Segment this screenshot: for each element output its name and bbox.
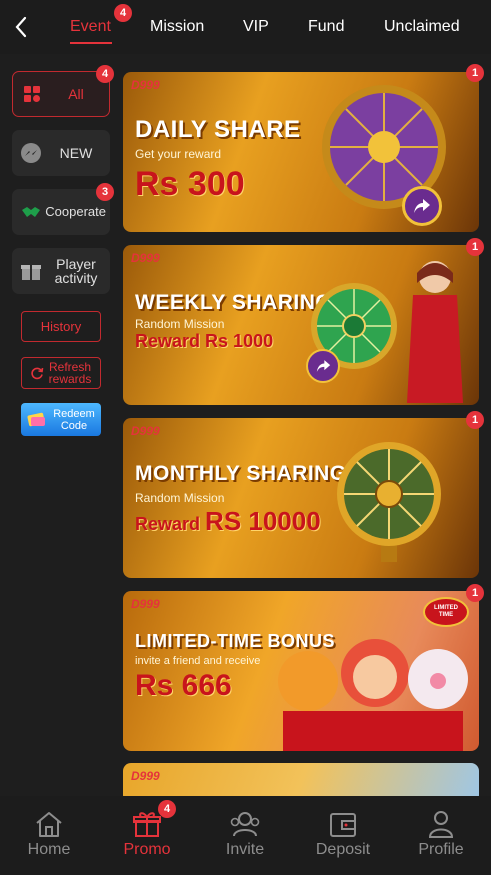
- banner-title: WEEKLY SHARING: [135, 291, 333, 314]
- tab-event[interactable]: Event: [70, 0, 111, 54]
- handshake-icon: [16, 205, 45, 219]
- sidebar-item-label: NEW: [59, 145, 93, 161]
- nav-invite[interactable]: Invite: [196, 796, 294, 875]
- brand-logo: D999: [131, 424, 160, 438]
- banner-title: MONTHLY SHARING: [135, 462, 347, 485]
- top-bar: Event 4 Mission VIP Fund Unclaimed: [0, 0, 491, 54]
- banner-subtitle: Random Mission: [135, 317, 225, 331]
- chevron-left-icon: [15, 16, 27, 38]
- tab-mission[interactable]: Mission: [150, 0, 204, 54]
- mascot-illustration: [278, 639, 468, 751]
- tab-unclaimed[interactable]: Unclaimed: [384, 0, 460, 54]
- share-arrow-icon: [316, 360, 330, 372]
- bottom-nav: Home Promo 4 Invite Deposit Profile: [0, 796, 491, 875]
- users-icon: [230, 812, 260, 837]
- banner-badge: 1: [466, 411, 484, 429]
- refresh-icon: [31, 367, 44, 380]
- brand-logo: D999: [131, 597, 160, 611]
- refresh-rewards-button[interactable]: Refresh rewards: [21, 357, 101, 389]
- banner-reward: Reward RS 10000: [135, 506, 321, 536]
- sidebar-item-player-activity[interactable]: Player activity: [12, 248, 110, 294]
- nav-home[interactable]: Home: [0, 796, 98, 875]
- banner-badge: 1: [466, 64, 484, 82]
- brand-logo: D999: [131, 78, 160, 92]
- wallet-icon: [330, 813, 356, 837]
- sidebar-item-all[interactable]: All: [12, 71, 110, 117]
- nav-promo-badge: 4: [158, 800, 176, 818]
- share-button[interactable]: [402, 186, 442, 226]
- tab-event-badge: 4: [114, 4, 132, 22]
- character-illustration: [407, 261, 463, 403]
- sidebar-all-badge: 4: [96, 65, 114, 83]
- prize-wheel-icon: [337, 442, 441, 562]
- tab-fund[interactable]: Fund: [308, 0, 344, 54]
- sidebar-item-label: Player activity: [54, 256, 98, 286]
- active-tab-indicator: [70, 42, 112, 44]
- banner-badge: 1: [466, 238, 484, 256]
- banner-amount: Rs 300: [135, 165, 245, 203]
- sidebar-cooperate-badge: 3: [96, 183, 114, 201]
- nav-profile[interactable]: Profile: [392, 796, 490, 875]
- grid-icon: [17, 85, 47, 103]
- gift-icon: [16, 260, 46, 282]
- banner-monthly-sharing[interactable]: D999 MONTHLY SHARING Random Mission Rewa…: [123, 418, 479, 578]
- share-arrow-icon: [414, 199, 430, 213]
- back-button[interactable]: [8, 12, 34, 42]
- share-button[interactable]: [306, 349, 340, 383]
- banner-badge: 1: [466, 584, 484, 602]
- sidebar-item-cooperate[interactable]: Cooperate: [12, 189, 110, 235]
- banner-limited-time-bonus[interactable]: D999 LIMITED-TIME BONUS invite a friend …: [123, 591, 479, 751]
- banner-daily-share[interactable]: D999 DAILY SHARE Get your reward Rs 300: [123, 72, 479, 232]
- nav-deposit[interactable]: Deposit: [294, 796, 392, 875]
- sidebar-item-new[interactable]: NEW: [12, 130, 110, 176]
- person-icon: [428, 811, 454, 838]
- sidebar-item-label: Cooperate: [45, 204, 106, 219]
- banner-reward: Reward Rs 1000: [135, 331, 274, 351]
- banner-weekly-sharing[interactable]: D999 WEEKLY SHARING Random Mission Rewar…: [123, 245, 479, 405]
- banner-subtitle: Random Mission: [135, 491, 225, 505]
- brand-logo: D999: [131, 769, 160, 783]
- history-button[interactable]: History: [21, 311, 101, 342]
- banner-amount: Rs 666: [135, 669, 232, 702]
- redeem-code-button[interactable]: Redeem Code: [21, 403, 101, 436]
- tab-vip[interactable]: VIP: [243, 0, 269, 54]
- brand-logo: D999: [131, 251, 160, 265]
- gift-icon: [133, 812, 161, 837]
- banner-title: DAILY SHARE: [135, 116, 301, 143]
- sidebar-item-label: All: [68, 86, 84, 102]
- nav-promo[interactable]: Promo: [98, 796, 196, 875]
- ticket-icon: [27, 412, 45, 426]
- home-icon: [36, 812, 62, 837]
- banner-subtitle: invite a friend and receive: [135, 655, 261, 667]
- messenger-icon: [16, 142, 46, 164]
- banner-subtitle: Get your reward: [135, 147, 222, 161]
